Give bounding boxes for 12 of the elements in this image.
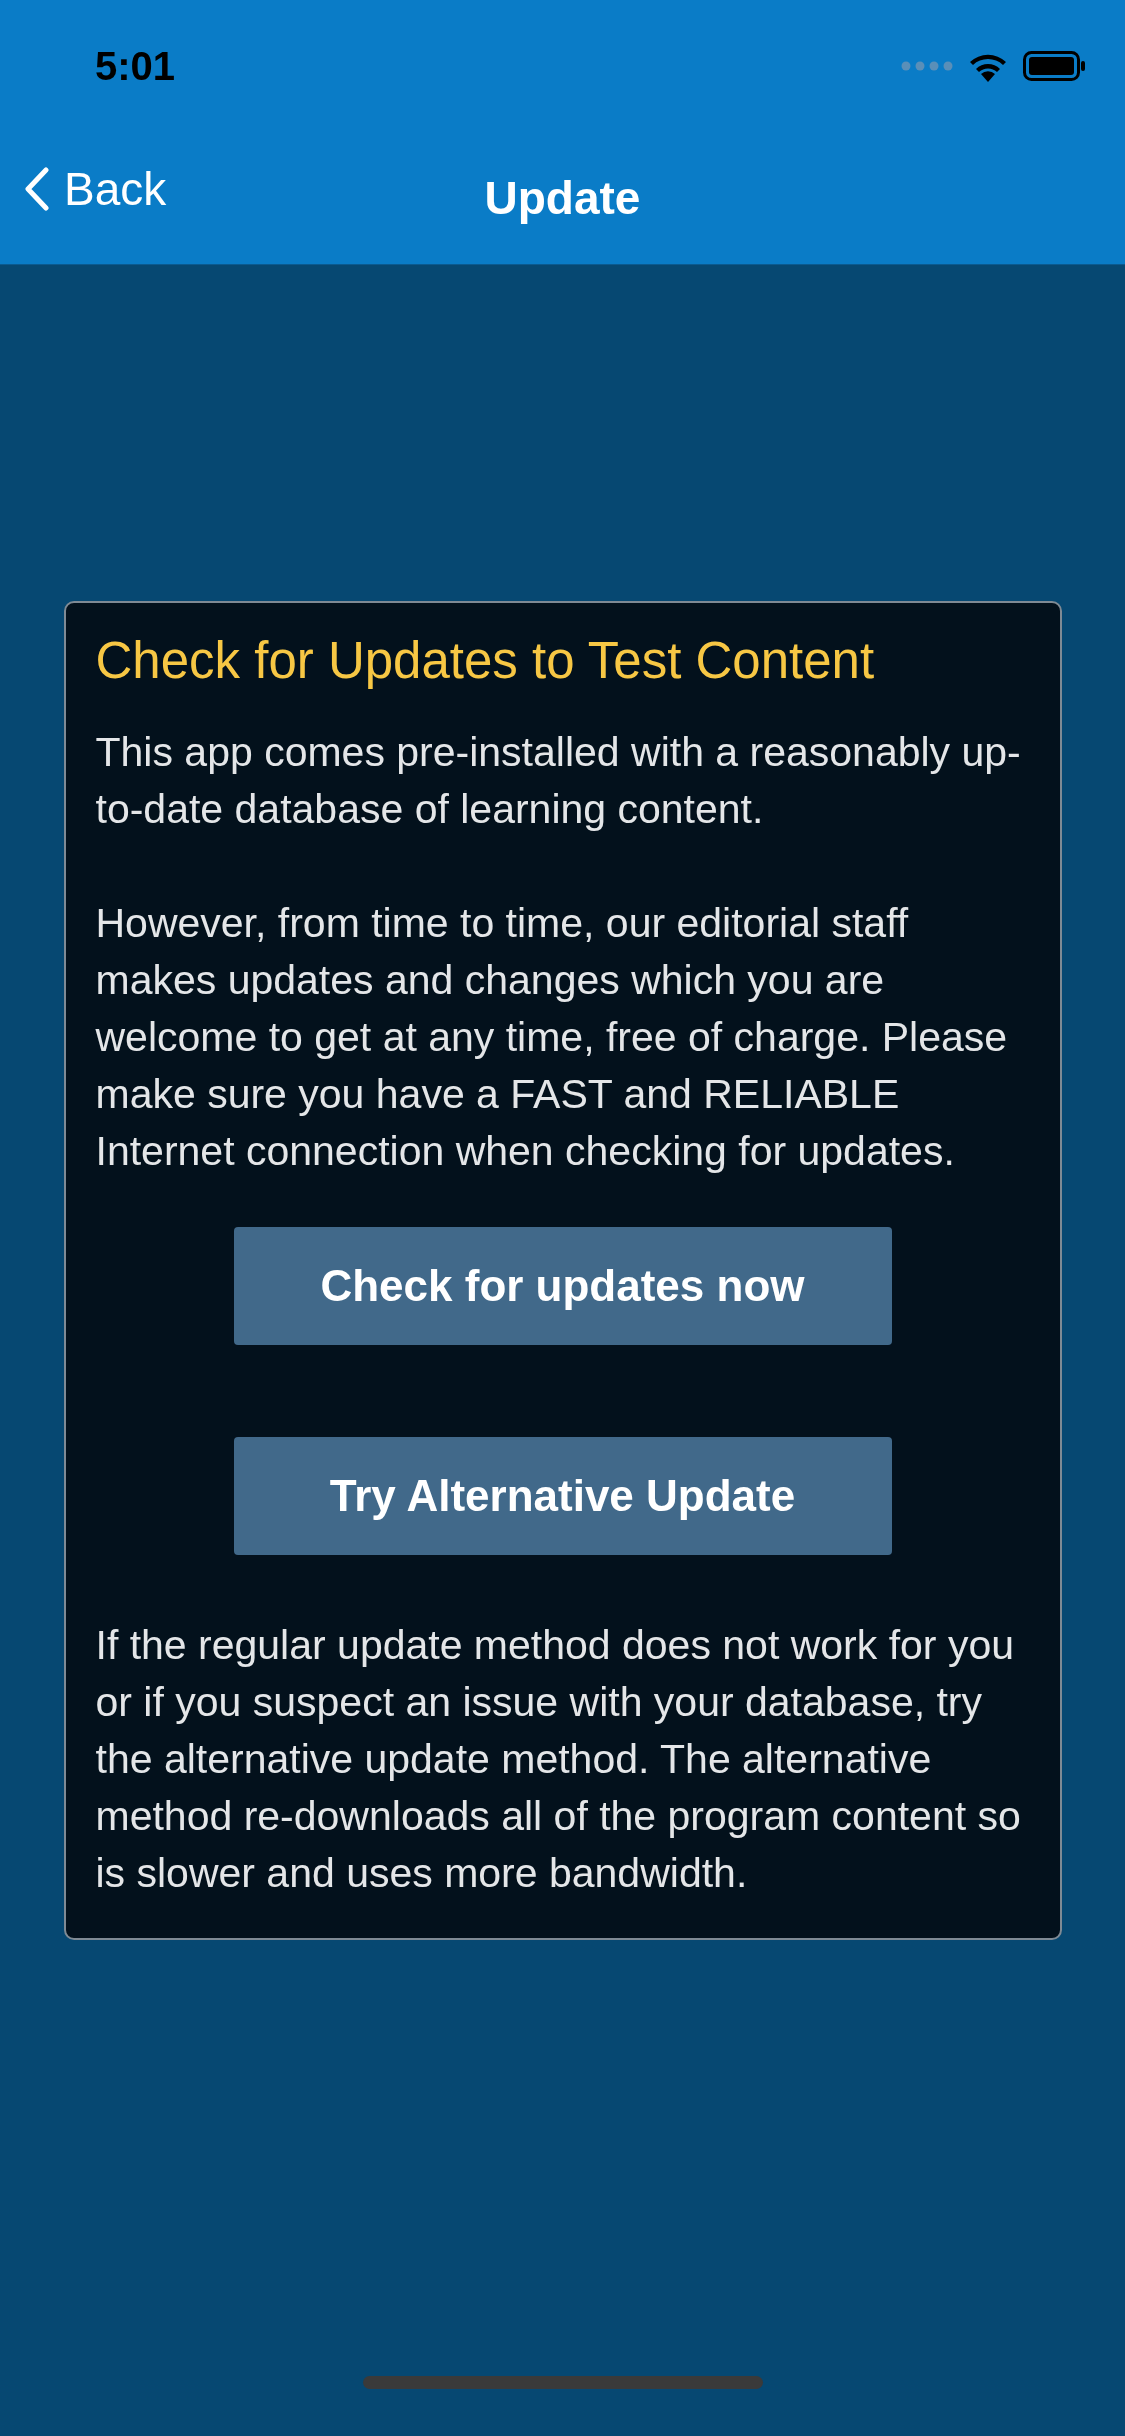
body-paragraph: If the regular update method does not work for you or if you suspect an issue with your database, try the alternative update method. The alternative method re-downloads all of the program content so is slower and uses more bandwidth. — [95, 1621, 1022, 1898]
body-paragraph: However, from time to time, our editorial staff makes updates and changes which you are welcome to get at any time, free of charge. Please make sure you have a FAST and RELIABLE Internet connection when checking for updates. — [95, 899, 1009, 1176]
chevron-left-icon — [24, 167, 50, 211]
back-button[interactable]: Back — [24, 162, 167, 216]
body-paragraph: This app comes pre-installed with a reasonably up-to-date database of learning content. — [95, 728, 1022, 834]
update-button[interactable]: Try Alternative Update — [233, 1437, 892, 1555]
signal-icon — [901, 61, 953, 71]
card-heading: Check for Updates to Test Content — [95, 631, 876, 690]
status-time: 5:01 — [95, 43, 176, 89]
screen-title: Update — [484, 171, 641, 225]
battery-icon — [1023, 51, 1085, 81]
update-button[interactable]: Check for updates now — [233, 1227, 892, 1345]
